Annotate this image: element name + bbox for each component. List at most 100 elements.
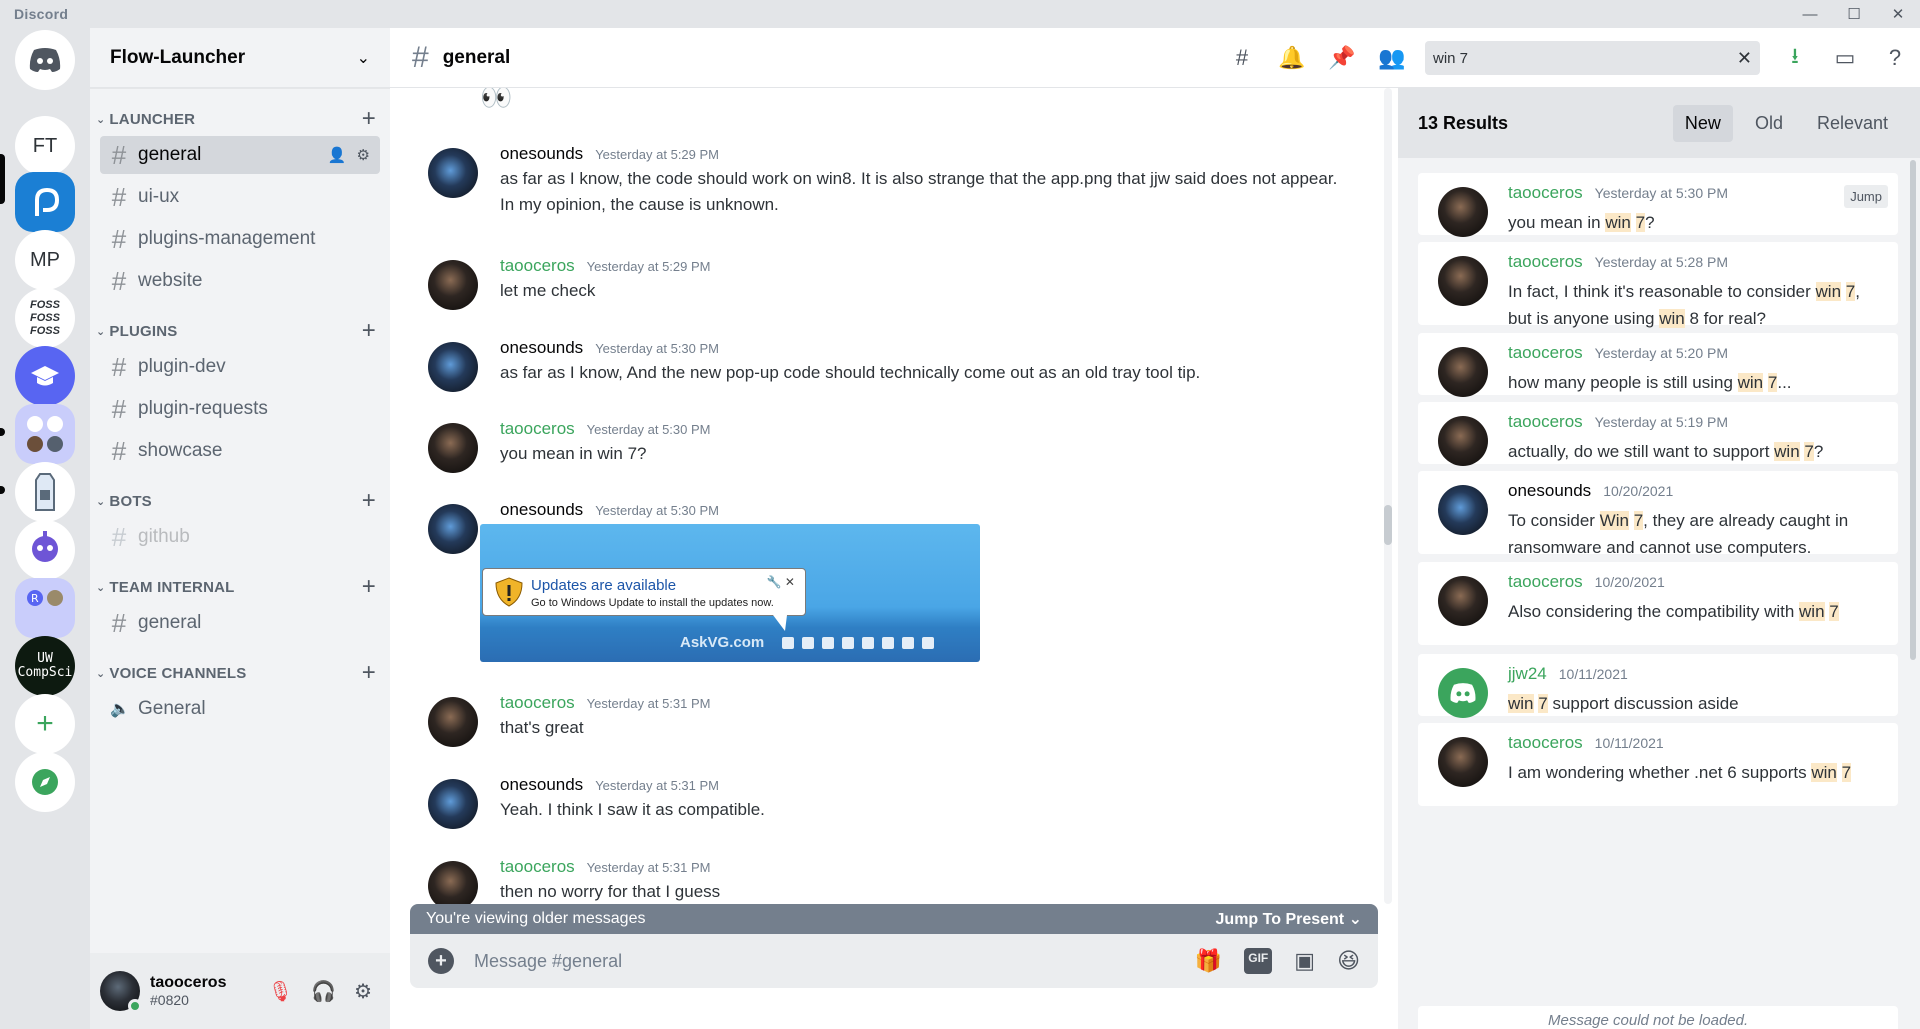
server-foss[interactable]: FOSS FOSS FOSS: [15, 288, 75, 348]
category-plugins[interactable]: ⌄ PLUGINS +: [90, 317, 390, 345]
sort-new-tab[interactable]: New: [1672, 104, 1733, 142]
create-channel-button[interactable]: +: [362, 573, 376, 601]
help-icon[interactable]: ?: [1870, 45, 1920, 71]
message-list[interactable]: 👀 onesounds Yesterday at 5:29 PM as far a…: [390, 88, 1390, 904]
avatar[interactable]: [1438, 347, 1488, 397]
add-server-button[interactable]: +: [15, 694, 75, 754]
result-author[interactable]: onesounds: [1508, 481, 1591, 501]
upload-plus-button[interactable]: +: [428, 948, 454, 974]
avatar[interactable]: [1438, 668, 1488, 718]
maximize-button[interactable]: ☐: [1832, 0, 1876, 28]
avatar[interactable]: [1438, 576, 1488, 626]
server-milk[interactable]: [15, 462, 75, 522]
result-author[interactable]: taooceros: [1508, 412, 1583, 432]
result-author[interactable]: jjw24: [1508, 664, 1547, 684]
sticker-icon[interactable]: ▣: [1294, 948, 1315, 974]
server-header[interactable]: Flow-Launcher ⌄: [90, 28, 390, 88]
result-card[interactable]: taooceros Yesterday at 5:19 PM actually, d…: [1418, 402, 1898, 466]
channel-plugins-management[interactable]: # plugins-management: [100, 220, 380, 258]
home-button[interactable]: [15, 30, 75, 90]
server-ft[interactable]: FT: [15, 116, 75, 176]
download-icon[interactable]: ⭳: [1770, 39, 1820, 77]
category-voice-channels[interactable]: ⌄ VOICE CHANNELS +: [90, 659, 390, 687]
invite-icon[interactable]: 👤: [328, 146, 347, 164]
close-window-button[interactable]: ✕: [1876, 0, 1920, 28]
explore-servers-button[interactable]: [15, 752, 75, 812]
category-team-internal[interactable]: ⌄ TEAM INTERNAL +: [90, 573, 390, 601]
message-author[interactable]: taooceros: [500, 256, 575, 276]
avatar[interactable]: [100, 971, 142, 1013]
search-bar[interactable]: win 7 ✕: [1425, 41, 1760, 75]
sort-relevant-tab[interactable]: Relevant: [1805, 105, 1900, 142]
minimize-button[interactable]: —: [1788, 0, 1832, 28]
message-author[interactable]: onesounds: [500, 500, 583, 520]
avatar[interactable]: [428, 861, 478, 904]
avatar[interactable]: [428, 342, 478, 392]
message-author[interactable]: taooceros: [500, 857, 575, 877]
channel-plugin-dev[interactable]: # plugin-dev: [100, 348, 380, 386]
gif-button[interactable]: GIF: [1244, 948, 1273, 974]
result-author[interactable]: taooceros: [1508, 572, 1583, 592]
message-author[interactable]: onesounds: [500, 338, 583, 358]
avatar[interactable]: [1438, 416, 1488, 466]
create-channel-button[interactable]: +: [362, 487, 376, 515]
create-channel-button[interactable]: +: [362, 317, 376, 345]
image-attachment[interactable]: Updates are available Go to Windows Upda…: [480, 524, 980, 662]
bell-icon[interactable]: 🔔: [1267, 45, 1317, 71]
server-robot[interactable]: [15, 520, 75, 580]
message-author[interactable]: taooceros: [500, 693, 575, 713]
server-r[interactable]: R: [15, 578, 75, 638]
jump-button[interactable]: Jump: [1844, 185, 1888, 208]
avatar[interactable]: [428, 697, 478, 747]
avatar[interactable]: [428, 260, 478, 310]
server-mp[interactable]: MP: [15, 230, 75, 290]
result-card[interactable]: taooceros 10/11/2021 I am wondering whethe…: [1418, 723, 1898, 806]
result-card[interactable]: taooceros Yesterday at 5:28 PM In fact, I …: [1418, 242, 1898, 328]
results-scrollbar[interactable]: [1910, 160, 1916, 660]
avatar[interactable]: [1438, 187, 1488, 237]
emoji-icon[interactable]: 😆: [1337, 948, 1360, 974]
server-flow-launcher[interactable]: [15, 172, 75, 232]
result-author[interactable]: taooceros: [1508, 733, 1583, 753]
channel-showcase[interactable]: # showcase: [100, 432, 380, 470]
avatar[interactable]: [1438, 256, 1488, 306]
message-author[interactable]: taooceros: [500, 419, 575, 439]
channel-github[interactable]: # github: [100, 518, 380, 556]
avatar[interactable]: [428, 779, 478, 829]
sort-old-tab[interactable]: Old: [1743, 105, 1795, 142]
avatar[interactable]: [428, 504, 478, 554]
category-bots[interactable]: ⌄ BOTS +: [90, 487, 390, 515]
server-uw-compsci[interactable]: UW CompSci: [15, 636, 75, 696]
create-channel-button[interactable]: +: [362, 105, 376, 133]
result-card[interactable]: onesounds 10/20/2021 To consider Win 7, th…: [1418, 471, 1898, 557]
channel-website[interactable]: # website: [100, 262, 380, 300]
category-launcher[interactable]: ⌄ LAUNCHER +: [90, 105, 390, 133]
channel-general[interactable]: # general 👤 ⚙: [100, 136, 380, 174]
search-input[interactable]: win 7: [1433, 50, 1737, 67]
gear-icon[interactable]: ⚙: [354, 979, 372, 1004]
avatar[interactable]: [428, 423, 478, 473]
pin-icon[interactable]: 📌: [1317, 45, 1367, 71]
message-author[interactable]: onesounds: [500, 144, 583, 164]
result-card[interactable]: taooceros Yesterday at 5:20 PM how many pe…: [1418, 333, 1898, 397]
result-card[interactable]: jjw24 10/11/2021 win 7 support discussion …: [1418, 654, 1898, 718]
threads-icon[interactable]: #: [1217, 45, 1267, 71]
result-author[interactable]: taooceros: [1508, 343, 1583, 363]
message-scrollbar[interactable]: [1384, 88, 1392, 904]
gift-icon[interactable]: 🎁: [1195, 948, 1222, 974]
server-folder[interactable]: [15, 404, 75, 464]
result-card[interactable]: taooceros Yesterday at 5:30 PM you mean in…: [1418, 173, 1898, 237]
message-input[interactable]: Message #general: [474, 951, 1195, 972]
result-author[interactable]: taooceros: [1508, 183, 1583, 203]
voice-channel-general[interactable]: 🔈 General: [100, 690, 380, 728]
channel-plugin-requests[interactable]: # plugin-requests: [100, 390, 380, 428]
channel-team-general[interactable]: # general: [100, 604, 380, 642]
close-icon[interactable]: ✕: [1737, 48, 1752, 69]
inbox-icon[interactable]: ▭: [1820, 45, 1870, 71]
channel-ui-ux[interactable]: # ui-ux: [100, 178, 380, 216]
gear-icon[interactable]: ⚙: [357, 146, 370, 164]
create-channel-button[interactable]: +: [362, 659, 376, 687]
avatar[interactable]: [1438, 485, 1488, 535]
server-education[interactable]: [15, 346, 75, 406]
avatar[interactable]: [428, 148, 478, 198]
